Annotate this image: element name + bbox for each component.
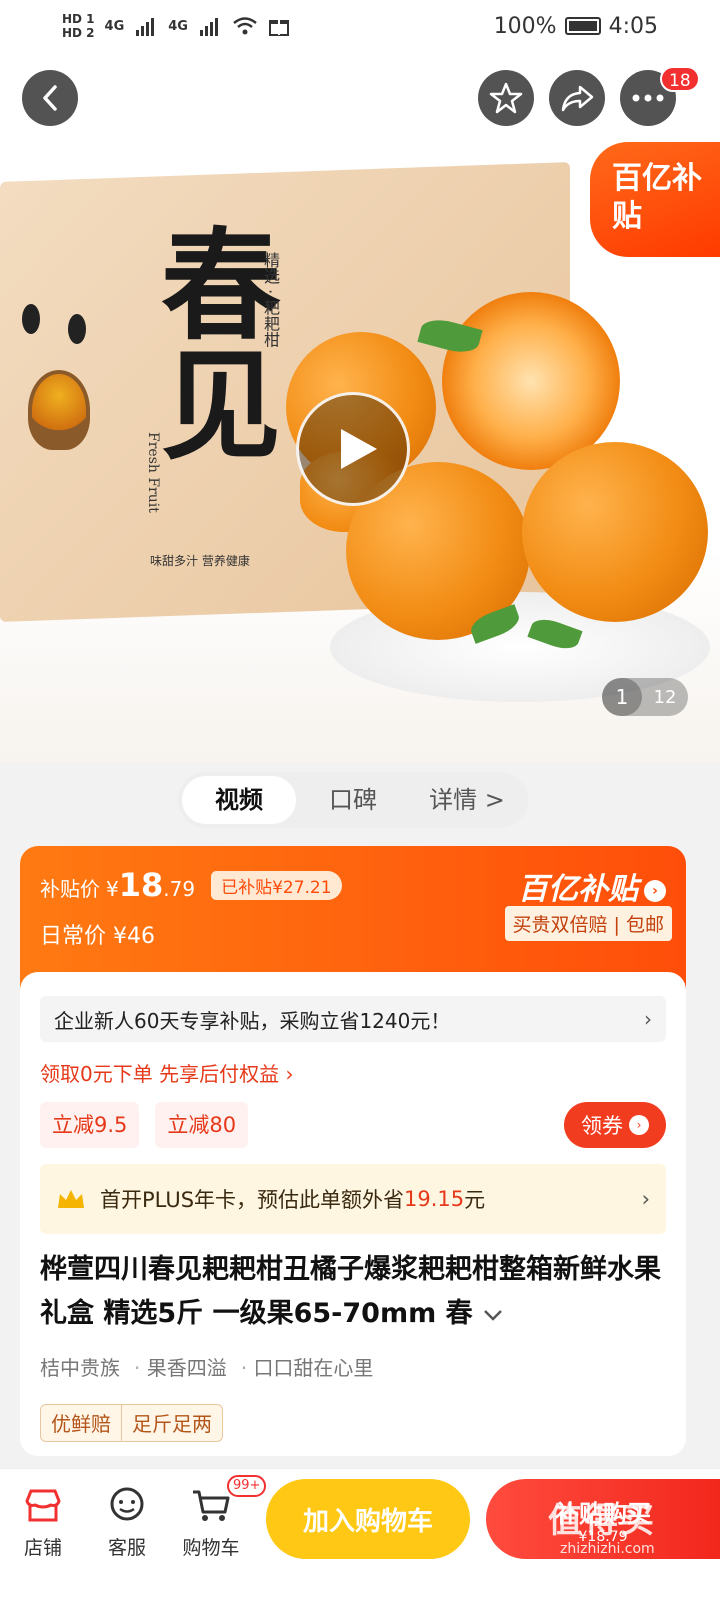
signal-icon [136,18,155,36]
favorite-button[interactable] [478,70,534,126]
promo-section: 企业新人60天专享补贴，采购立省1240元！ › 领取0元下单 先享后付权益 ›… [20,972,686,1456]
network-1: 4G [104,18,125,34]
pay-later-link[interactable]: 领取0元下单 先享后付权益 › [40,1058,293,1087]
plus-saving-amount: 19.15 [404,1187,465,1211]
subsidy-price-label: 补贴价 [40,877,100,901]
service-guarantees[interactable]: 优鲜赔 足斤足两 [40,1404,223,1442]
service-tag: 优鲜赔 [51,1412,111,1436]
share-button[interactable] [549,70,605,126]
tab-reviews[interactable]: 口碑 [296,776,410,824]
chevron-right-icon: › [644,1007,652,1031]
battery-icon [564,17,601,35]
back-button[interactable] [22,70,78,126]
crown-icon [58,1190,84,1208]
basket-illustration [28,370,90,450]
tab-video[interactable]: 视频 [182,776,296,824]
discount-chip[interactable]: 立减80 [155,1102,249,1148]
currency-symbol: ¥ [106,877,119,901]
network-2: 4G [168,18,188,34]
box-subtitle: 精选 · 耙耙柑 [261,252,280,348]
notification-badge: 18 [660,66,700,92]
add-to-cart-button[interactable]: 加入购物车 [266,1479,470,1559]
discount-chip[interactable]: 立减9.5 [40,1102,140,1148]
box-hole [22,304,40,334]
service-tag: 足斤足两 [121,1405,222,1441]
chevron-right-icon: › [629,1115,649,1135]
product-gallery[interactable]: 春见 精选 · 耙耙柑 Fresh Fruit 味甜多汁 营养健康 百亿补贴 1… [0,52,720,762]
product-tag: 果香四溢 [134,1352,227,1381]
plus-membership-row[interactable]: 首开PLUS年卡，预估此单额外省 19.15 元 › [40,1164,666,1234]
content-tabs: 视频 口碑 详情 > [178,772,528,828]
tab-details[interactable]: 详情 > [410,776,524,824]
shop-button[interactable]: 店铺 [8,1483,78,1560]
cart-label: 购物车 [182,1537,240,1559]
product-tags: 桔中贵族 果香四溢 口口甜在心里 [40,1352,373,1381]
product-tag: 桔中贵族 [40,1356,120,1380]
signal-icon-2 [199,18,218,36]
chevron-left-icon [43,85,57,111]
orange-image [522,442,708,622]
product-tag: 口口甜在心里 [241,1352,373,1381]
price-integer: 18 [118,866,164,904]
star-icon [489,82,523,114]
gift-icon [268,20,289,36]
discount-chips: 立减9.5 立减80 [40,1102,249,1148]
hd1-label: HD 1 [62,12,95,26]
hd2-label: HD 2 [62,26,95,40]
product-info-card: 补贴价 ¥ 18 .79 已补贴¥27.21 日常价 ¥46 百亿补贴 › 买贵双… [20,846,686,1456]
plus-text: 首开PLUS年卡，预估此单额外省 [100,1188,405,1212]
guarantee-badge: 买贵双倍赔 | 包邮 [504,906,672,941]
price-decimal: .79 [163,877,196,901]
cart-icon: 99+ [189,1475,267,1527]
product-title-text: 桦萱四川春见耙耙柑丑橘子爆浆耙耙柑整箱新鲜水果礼盒 精选5斤 一级果65-70m… [40,1254,661,1329]
chevron-right-icon: › [641,1187,650,1211]
bottom-action-bar: 店铺 客服 99+ 购物车 加入购物车 补贴购买 ¥18.79 值得买 zhiz… [0,1468,720,1600]
box-hole [68,314,86,344]
subsidy-brand-link[interactable]: 百亿补贴 › [518,864,666,908]
product-title[interactable]: 桦萱四川春见耙耙柑丑橘子爆浆耙耙柑整箱新鲜水果礼盒 精选5斤 一级果65-70m… [40,1248,670,1336]
enterprise-subsidy-row[interactable]: 企业新人60天专享补贴，采购立省1240元！ › [40,996,666,1042]
cart-button[interactable]: 99+ 购物车 [176,1475,267,1560]
get-coupon-button[interactable]: 领券 › [564,1102,666,1148]
more-icon [632,94,664,102]
status-left: HD 1 HD 2 4G 4G [62,12,290,40]
subsidy-brand-label: 百亿补贴 [518,872,638,907]
battery-percent: 100% [493,13,557,39]
shop-label: 店铺 [23,1537,62,1559]
image-pager: 1 12 [602,678,688,716]
cart-count-badge: 99+ [227,1475,267,1497]
box-slogan: 味甜多汁 营养健康 [150,554,250,568]
play-icon [341,429,377,469]
enterprise-subsidy-text: 企业新人60天专享补贴，采购立省1240元！ [54,1008,451,1033]
plus-suffix: 元 [464,1188,486,1212]
chat-icon [105,1483,149,1527]
customer-service-button[interactable]: 客服 [92,1483,162,1560]
wifi-icon [233,17,257,35]
chevron-down-icon[interactable] [482,1308,504,1322]
share-icon [561,85,594,112]
subsidized-amount-tag: 已补贴¥27.21 [211,870,342,900]
watermark-url: zhizhizhi.com [560,1541,655,1557]
subsidy-badge: 百亿补贴 [590,142,720,257]
status-bar: HD 1 HD 2 4G 4G 100% 4:05 [0,0,720,52]
regular-price: 日常价 ¥46 [40,924,155,949]
subsidy-price-row: 补贴价 ¥ 18 .79 已补贴¥27.21 [40,866,342,904]
shop-icon [21,1483,65,1527]
chevron-right-icon: › [644,879,666,902]
play-video-button[interactable] [296,392,410,506]
pager-total: 12 [653,686,677,708]
customer-service-label: 客服 [107,1537,146,1559]
status-right: 100% 4:05 [494,14,658,39]
pager-current: 1 [602,678,642,716]
watermark: 值得买 [548,1501,656,1541]
clock: 4:05 [608,13,658,39]
box-english: Fresh Fruit [145,432,161,513]
coupon-label: 领券 [581,1114,623,1138]
